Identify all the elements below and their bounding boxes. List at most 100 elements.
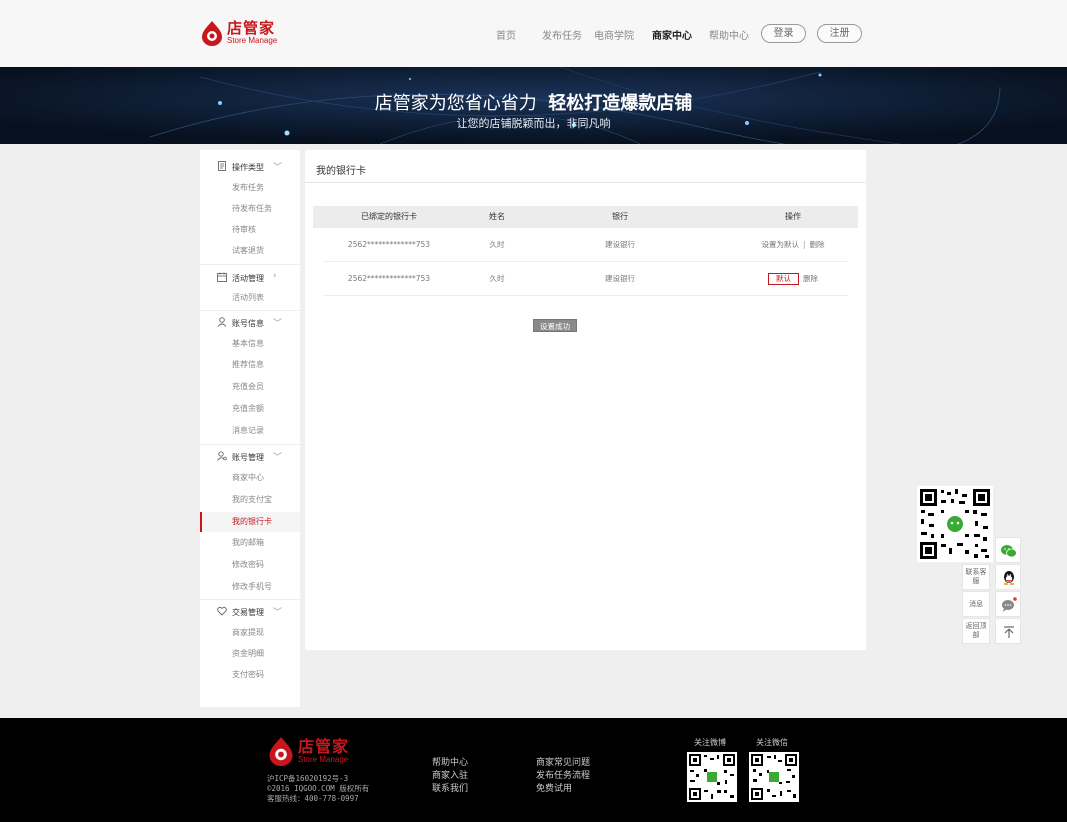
sidebar-item-payment-password[interactable]: 支付密码 [200,666,300,684]
logo-subtext: Store Manage [227,36,278,45]
main-panel: 我的银行卡 已绑定的银行卡 姓名 银行 操作 2562*************… [305,150,866,650]
login-button[interactable]: 登录 [761,24,806,43]
divider [200,444,300,445]
nav-home[interactable]: 首页 [496,27,516,42]
service-hotline: 客服热线：400-778-0997 [267,794,359,803]
site-header: 店管家 Store Manage 首页 发布任务 电商学院 商家中心 帮助中心 … [0,0,1067,67]
sidebar-item-pending-review[interactable]: 待审核 [200,221,300,239]
chevron-down-icon: ﹀ [273,453,283,463]
bank-name: 建设银行 [605,274,635,283]
logo-icon [202,21,222,46]
logo-text: 店管家 [227,19,276,37]
sidebar-item-recharge-membership[interactable]: 充值会员 [200,378,300,396]
column-header-bank: 银行 [612,212,628,221]
sidebar-item-my-alipay[interactable]: 我的支付宝 [200,491,300,509]
message-label: 消息 [969,600,983,608]
weibo-qr-label: 关注微博 [694,738,726,747]
sidebar-section-activity[interactable]: 活动管理 › [200,269,300,287]
calendar-icon [217,272,227,282]
sidebar-section-title: 交易管理 [232,608,264,617]
logo-text: 店管家 [298,736,350,756]
footer-link-publish-process[interactable]: 发布任务流程 [536,768,590,781]
wechat-qr-code [749,752,799,802]
sidebar-item-merchant-withdraw[interactable]: 商家提现 [200,624,300,642]
hero-banner: 店管家为您省心省力 轻松打造爆款店铺 让您的店铺脱颖而出，非同凡响 [0,67,1067,144]
sidebar-item-basic-info[interactable]: 基本信息 [200,335,300,353]
qr-code-icon [749,752,799,802]
nav-publish-task[interactable]: 发布任务 [542,27,582,42]
sidebar-item-recharge-balance[interactable]: 充值余额 [200,400,300,418]
sidebar-section-account-management[interactable]: 账号管理 ﹀ [200,448,300,466]
chat-bubble-icon [1002,597,1017,612]
logo-icon [269,737,293,766]
sidebar-item-message-log[interactable]: 消息记录 [200,422,300,440]
chevron-right-icon: › [273,271,277,281]
footer-link-merchant-faq[interactable]: 商家常见问题 [536,755,590,768]
sidebar-item-change-phone[interactable]: 修改手机号 [200,578,300,596]
nav-ecommerce-academy[interactable]: 电商学院 [594,27,634,42]
nav-merchant-center[interactable]: 商家中心 [652,27,692,42]
holder-name: 久时 [489,240,505,249]
operations: 设置为默认 | 删除 [733,228,853,262]
sidebar-section-transaction[interactable]: 交易管理 ﹀ [200,603,300,621]
wechat-button[interactable] [995,537,1021,563]
sidebar-item-fund-details[interactable]: 资金明细 [200,645,300,663]
delete-link[interactable]: 删除 [803,274,818,283]
sidebar-section-title: 活动管理 [232,274,264,283]
sidebar-item-merchant-center[interactable]: 商家中心 [200,469,300,487]
qq-icon [1003,571,1015,585]
sidebar: 操作类型 ﹀ 发布任务 待发布任务 待审核 试客退货 活动管理 › 活动列表 账… [200,150,300,707]
back-to-top-label: 返回顶部 [965,622,987,639]
register-button[interactable]: 注册 [817,24,862,43]
footer-link-help-center[interactable]: 帮助中心 [432,755,468,768]
column-header-name: 姓名 [489,212,505,221]
footer-link-free-trial[interactable]: 免费试用 [536,781,572,794]
sidebar-item-publish-task[interactable]: 发布任务 [200,179,300,197]
footer-link-merchant-join[interactable]: 商家入驻 [432,768,468,781]
delete-link[interactable]: 删除 [810,240,825,249]
contact-service-button[interactable]: 联系客服 [962,564,990,590]
sidebar-item-change-password[interactable]: 修改密码 [200,556,300,574]
table-row: 2562*************753 久时 建设银行 设置为默认 | 删除 [323,228,848,262]
back-to-top-button[interactable]: 返回顶部 [962,618,990,644]
divider [200,599,300,600]
set-default-link[interactable]: 设置为默认 [761,240,799,249]
divider [200,264,300,265]
chat-button[interactable] [995,591,1021,617]
sidebar-item-pending-publish[interactable]: 待发布任务 [200,200,300,218]
user-icon [217,317,227,327]
banner-title: 店管家为您省心省力 轻松打造爆款店铺 [0,89,1067,115]
holder-name: 久时 [489,274,505,283]
back-to-top-icon-button[interactable] [995,618,1021,644]
sidebar-item-activity-list[interactable]: 活动列表 [200,289,300,307]
sidebar-item-my-bank-card[interactable]: 我的银行卡 [200,512,300,532]
sidebar-item-my-email[interactable]: 我的邮箱 [200,534,300,552]
contact-service-label: 联系客服 [965,568,987,585]
banner-subtitle: 让您的店铺脱颖而出，非同凡响 [456,117,611,130]
sidebar-section-account-info[interactable]: 账号信息 ﹀ [200,314,300,332]
banner-title-normal: 店管家为您省心省力 [374,93,537,114]
sidebar-item-tester-return[interactable]: 试客退货 [200,242,300,260]
divider [305,182,866,183]
chevron-down-icon: ﹀ [273,608,283,618]
sidebar-section-title: 操作类型 [232,163,264,172]
site-footer: 店管家 Store Manage 沪ICP备16020192号-3 ©2016 … [0,718,1067,822]
message-button[interactable]: 消息 [962,591,990,617]
wechat-icon [1001,545,1017,558]
qq-button[interactable] [995,564,1021,590]
sidebar-item-referral-info[interactable]: 推荐信息 [200,356,300,374]
weibo-qr-code [687,752,737,802]
page-title: 我的银行卡 [316,166,366,177]
operations: 默认 删除 [733,262,853,296]
nav-help-center[interactable]: 帮助中心 [709,27,749,42]
bank-name: 建设银行 [605,240,635,249]
divider [200,310,300,311]
logo[interactable]: 店管家 Store Manage [200,20,277,46]
footer-logo[interactable]: 店管家 Store Manage [267,736,349,766]
card-number: 2562*************753 [347,240,431,249]
footer-link-contact-us[interactable]: 联系我们 [432,781,468,794]
column-header-card: 已绑定的银行卡 [361,212,417,221]
banner-title-bold: 轻松打造爆款店铺 [548,93,693,114]
sidebar-section-operation-type[interactable]: 操作类型 ﹀ [200,158,300,176]
sidebar-section-title: 账号管理 [232,453,264,462]
